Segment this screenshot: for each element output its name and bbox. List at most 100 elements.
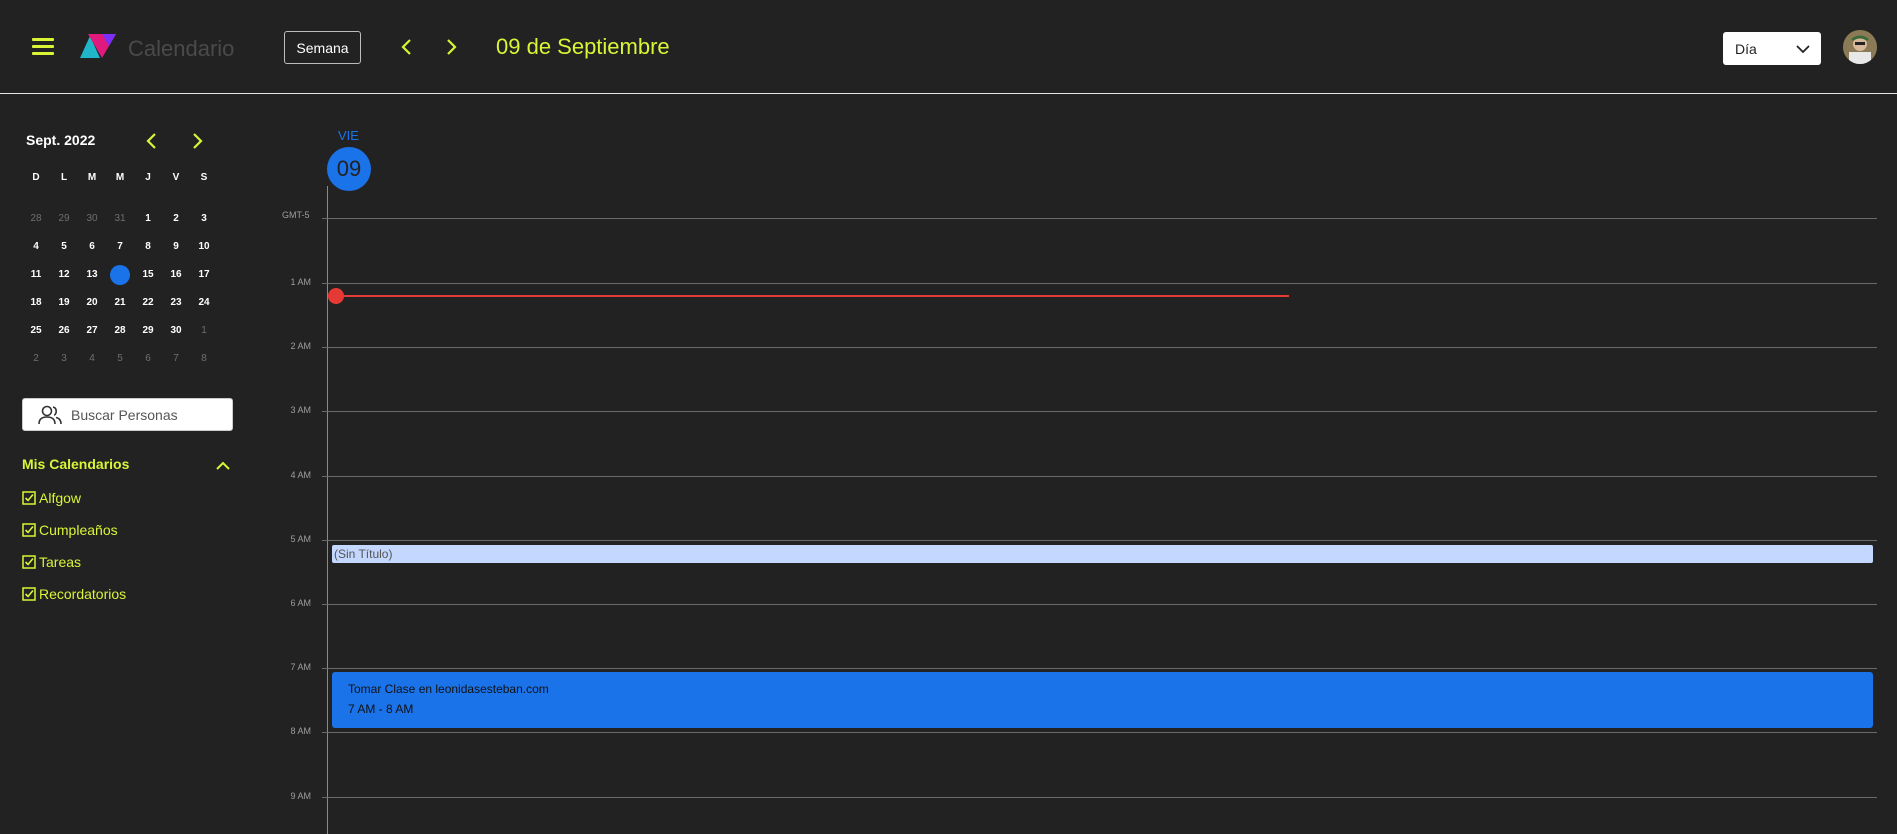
mini-calendar-day[interactable]: 28 bbox=[106, 321, 134, 341]
mini-calendar-day[interactable]: 3 bbox=[190, 209, 218, 229]
mini-calendar-day[interactable]: 10 bbox=[190, 237, 218, 257]
chevron-right-icon[interactable] bbox=[187, 131, 207, 151]
mini-calendar-day[interactable]: 2 bbox=[162, 209, 190, 229]
calendar-item[interactable]: Recordatorios bbox=[22, 578, 126, 610]
mini-calendar-day[interactable]: 7 bbox=[106, 237, 134, 257]
mini-calendar-week: 4 5 6 7 8 9 10 bbox=[22, 233, 232, 261]
mini-calendar-day[interactable]: 5 bbox=[50, 237, 78, 257]
week-button[interactable]: Semana bbox=[284, 31, 361, 64]
view-select-value: Día bbox=[1735, 40, 1757, 57]
hour-gridline bbox=[322, 218, 1877, 219]
timezone-label: GMT-5 bbox=[282, 210, 310, 220]
mini-calendar-day[interactable]: 3 bbox=[50, 349, 78, 369]
app-title: Calendario bbox=[128, 36, 235, 61]
hour-label: 1 AM bbox=[290, 277, 311, 287]
mini-calendar-day[interactable]: 9 bbox=[162, 237, 190, 257]
mini-calendar-day[interactable]: 4 bbox=[22, 237, 50, 257]
mini-calendar-day[interactable]: 12 bbox=[50, 265, 78, 285]
mini-calendar-day[interactable]: 8 bbox=[134, 237, 162, 257]
mini-calendar-day[interactable]: 20 bbox=[78, 293, 106, 313]
calendar-item-label: Recordatorios bbox=[39, 586, 127, 602]
mini-calendar-day[interactable]: 17 bbox=[190, 265, 218, 285]
weekday-header: S bbox=[200, 172, 208, 183]
mini-calendar-grid: D L M M J V S 28 29 30 31 1 2 3 4 5 6 7 8 9 10 11 12 13 14 15 16 17… bbox=[22, 168, 232, 373]
hour-gridline bbox=[322, 476, 1877, 477]
hour-gridline bbox=[322, 411, 1877, 412]
checkbox-checked-icon[interactable] bbox=[22, 587, 36, 601]
mini-calendar-day[interactable]: 24 bbox=[190, 293, 218, 313]
mini-calendar-day[interactable]: 6 bbox=[78, 237, 106, 257]
app-logo bbox=[80, 34, 116, 58]
mini-calendar-day[interactable]: 21 bbox=[106, 293, 134, 313]
mini-calendar-day[interactable]: 30 bbox=[162, 321, 190, 341]
calendar-item-label: Cumpleaños bbox=[39, 522, 118, 538]
mini-calendar-day[interactable]: 25 bbox=[22, 321, 50, 341]
mini-calendar-day[interactable]: 26 bbox=[50, 321, 78, 341]
mini-calendar-month: Sept. 2022 bbox=[26, 132, 96, 148]
people-icon bbox=[38, 405, 62, 424]
calendar-item[interactable]: Alfgow bbox=[22, 482, 126, 514]
view-select[interactable]: Día bbox=[1723, 32, 1821, 65]
hour-label: 6 AM bbox=[290, 598, 311, 608]
mini-calendar-day-today[interactable]: 14 bbox=[110, 265, 130, 285]
mini-calendar-day[interactable]: 22 bbox=[134, 293, 162, 313]
checkbox-checked-icon[interactable] bbox=[22, 523, 36, 537]
hour-label: 5 AM bbox=[290, 534, 311, 544]
mini-calendar-day[interactable]: 15 bbox=[134, 265, 162, 285]
hour-gridline bbox=[322, 283, 1877, 284]
hour-gridline bbox=[322, 668, 1877, 669]
mini-calendar-day[interactable]: 8 bbox=[190, 349, 218, 369]
mini-calendar-day[interactable]: 16 bbox=[162, 265, 190, 285]
mini-calendar-day[interactable]: 1 bbox=[134, 209, 162, 229]
mini-calendar-day[interactable]: 5 bbox=[106, 349, 134, 369]
my-calendars-title: Mis Calendarios bbox=[22, 456, 130, 472]
mini-calendar-day[interactable]: 18 bbox=[22, 293, 50, 313]
mini-calendar-day[interactable]: 28 bbox=[22, 209, 50, 229]
mini-calendar-day[interactable]: 30 bbox=[78, 209, 106, 229]
mini-calendar-day[interactable]: 4 bbox=[78, 349, 106, 369]
mini-calendar-week: 11 12 13 14 15 16 17 bbox=[22, 261, 232, 289]
mini-calendar-day[interactable]: 2 bbox=[22, 349, 50, 369]
hour-gridline bbox=[322, 604, 1877, 605]
weekday-header: M bbox=[87, 172, 97, 183]
calendar-item[interactable]: Cumpleaños bbox=[22, 514, 126, 546]
chevron-left-icon[interactable] bbox=[396, 36, 418, 58]
mini-calendar-day[interactable]: 23 bbox=[162, 293, 190, 313]
event-class[interactable]: Tomar Clase en leonidasesteban.com 7 AM … bbox=[332, 672, 1873, 728]
calendar-item[interactable]: Tareas bbox=[22, 546, 126, 578]
day-number-badge[interactable]: 09 bbox=[327, 147, 371, 191]
mini-calendar-day[interactable]: 31 bbox=[106, 209, 134, 229]
search-people-input[interactable] bbox=[71, 406, 221, 423]
current-time-line bbox=[336, 295, 1289, 297]
calendar-item-label: Alfgow bbox=[39, 490, 82, 506]
mini-calendar-day[interactable]: 29 bbox=[134, 321, 162, 341]
chevron-up-icon[interactable] bbox=[215, 458, 231, 474]
hour-gridline bbox=[322, 347, 1877, 348]
mini-calendar-day[interactable]: 11 bbox=[22, 265, 50, 285]
mini-calendar-day[interactable]: 6 bbox=[134, 349, 162, 369]
weekday-header: J bbox=[145, 172, 151, 183]
weekday-header: V bbox=[172, 172, 180, 183]
hamburger-menu-icon[interactable] bbox=[32, 38, 54, 56]
chevron-left-icon[interactable] bbox=[142, 131, 162, 151]
checkbox-checked-icon[interactable] bbox=[22, 491, 36, 505]
mini-calendar-day[interactable]: 27 bbox=[78, 321, 106, 341]
mini-calendar-day[interactable]: 19 bbox=[50, 293, 78, 313]
mini-calendar-day[interactable]: 29 bbox=[50, 209, 78, 229]
user-avatar[interactable] bbox=[1843, 30, 1877, 64]
current-time-dot bbox=[328, 288, 344, 304]
current-date-title: 09 de Septiembre bbox=[496, 34, 670, 59]
chevron-right-icon[interactable] bbox=[440, 36, 462, 58]
hour-label: 7 AM bbox=[290, 662, 311, 672]
hour-label: 4 AM bbox=[290, 470, 311, 480]
hour-label: 2 AM bbox=[290, 341, 311, 351]
hour-gridline bbox=[322, 540, 1877, 541]
search-people-field[interactable] bbox=[22, 398, 233, 431]
mini-calendar-day[interactable]: 1 bbox=[190, 321, 218, 341]
event-untitled[interactable]: (Sin Título) bbox=[332, 545, 1873, 563]
weekday-header: L bbox=[60, 172, 68, 183]
checkbox-checked-icon[interactable] bbox=[22, 555, 36, 569]
mini-calendar-day[interactable]: 13 bbox=[78, 265, 106, 285]
chevron-down-icon bbox=[1796, 45, 1810, 54]
mini-calendar-day[interactable]: 7 bbox=[162, 349, 190, 369]
